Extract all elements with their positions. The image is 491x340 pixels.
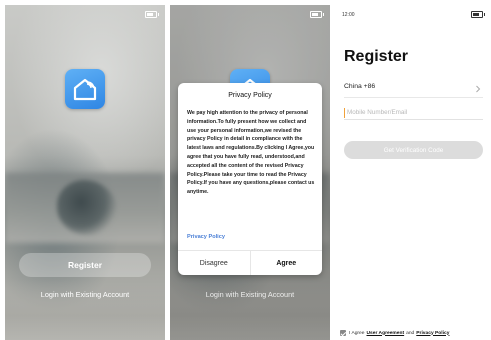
mobile-email-input[interactable]	[344, 106, 483, 120]
privacy-policy-link[interactable]: Privacy Policy	[416, 331, 449, 336]
user-agreement-link[interactable]: User Agreement	[367, 331, 405, 336]
register-button[interactable]: Register	[19, 253, 151, 277]
and-text: and	[406, 330, 415, 336]
battery-icon	[145, 11, 159, 18]
register-screen: 12:00 Register China +86 Get Verificatio…	[336, 5, 491, 340]
agree-button[interactable]: Agree	[249, 251, 323, 275]
battery-icon	[471, 11, 485, 18]
agree-prefix: I Agree	[349, 330, 365, 336]
login-existing-account-link[interactable]: Login with Existing Account	[5, 290, 165, 299]
agreement-row: I Agree User Agreement and Privacy Polic…	[340, 330, 487, 336]
page-title: Register	[344, 48, 409, 65]
welcome-screen: Register Login with Existing Account	[5, 5, 165, 340]
disagree-button[interactable]: Disagree	[178, 251, 250, 275]
checkbox-checked-icon[interactable]	[340, 330, 346, 336]
status-time: 12:00	[342, 12, 355, 18]
text-cursor	[344, 108, 345, 118]
smart-home-icon	[65, 69, 105, 109]
privacy-dialog-screen: Login with Existing Account Privacy Poli…	[170, 5, 330, 340]
dialog-actions: Disagree Agree	[178, 250, 322, 275]
battery-icon	[310, 11, 324, 18]
privacy-policy-dialog: Privacy Policy We pay high attention to …	[178, 83, 322, 275]
dialog-body: We pay high attention to the privacy of …	[187, 110, 315, 196]
dialog-title: Privacy Policy	[228, 92, 272, 99]
privacy-policy-link[interactable]: Privacy Policy	[187, 234, 225, 240]
country-selector[interactable]: China +86	[344, 83, 483, 98]
country-code-label: China +86	[344, 83, 376, 90]
chevron-right-icon	[476, 85, 481, 93]
get-verification-code-button[interactable]: Get Verification Code	[344, 141, 483, 159]
login-existing-account-link[interactable]: Login with Existing Account	[170, 290, 330, 299]
